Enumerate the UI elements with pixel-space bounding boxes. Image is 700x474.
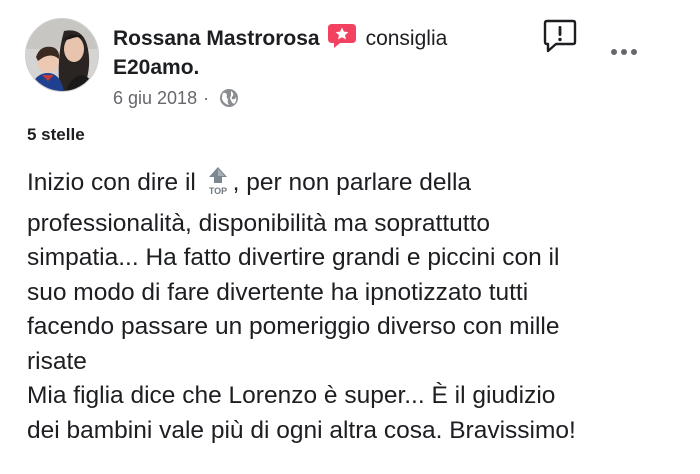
recommend-badge-icon [327,24,356,56]
review-line: simpatia... Ha fatto divertire grandi e … [27,244,560,271]
review-line: risate [27,347,87,375]
review-line-text: , per non parlare della [232,169,472,196]
review-line: Mia figlia dice che Lorenzo è super... È… [27,382,556,409]
header-line: Rossana Mastrorosa consiglia [113,24,447,56]
review-line-text: Inizio con dire il [27,169,203,196]
avatar[interactable] [25,18,99,92]
avatar-photo [26,19,98,91]
more-button[interactable] [606,42,642,62]
post-meta: 6 giu 2018 · [113,86,239,114]
review-text: Inizio con dire il TOP , per non parlare … [27,166,692,448]
more-icon [611,49,637,55]
review-line: facendo passare un pomeriggio diverso co… [27,313,560,340]
review-line: suo modo di fare divertente ha ipnotizza… [27,278,529,306]
post-date[interactable]: 6 giu 2018 [113,88,197,108]
globe-icon [219,88,239,114]
rating-label: 5 stelle [27,125,85,144]
report-icon [543,19,577,53]
recommend-verb: consiglia [365,27,448,50]
svg-text:TOP: TOP [209,186,227,196]
review-line: dei bambini vale più di ogni altra cosa.… [27,416,576,444]
report-button[interactable] [542,18,578,54]
top-emoji: TOP [205,166,231,207]
author-name[interactable]: Rossana Mastrorosa [113,27,320,50]
review-line: professionalità, disponibilità ma soprat… [27,209,491,237]
meta-separator: · [203,88,210,108]
review-line: Inizio con dire il TOP , per non parlare … [27,166,692,207]
page-name[interactable]: E20amo. [113,55,199,81]
